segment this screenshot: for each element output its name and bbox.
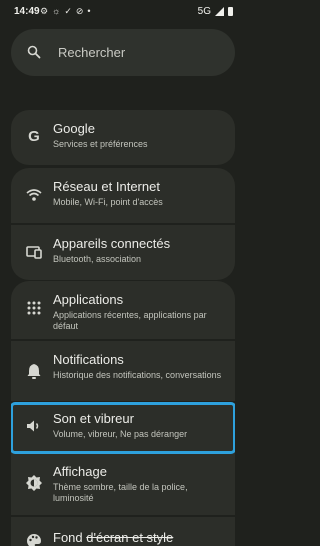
signal-icon	[215, 7, 224, 16]
settings-item-subtitle: Mobile, Wi-Fi, point d'accès	[53, 197, 163, 207]
settings-item-display[interactable]: Affichage Thème sombre, taille de la pol…	[11, 453, 235, 517]
settings-item-title: Son et vibreur	[53, 411, 134, 426]
settings-group-google: G Google Services et préférences	[11, 110, 235, 165]
palette-icon	[27, 534, 41, 546]
wifi-icon	[26, 189, 42, 201]
settings-item-wallpaper[interactable]: Fond d'écran et style	[11, 517, 235, 546]
settings-item-subtitle: Applications récentes, applications par …	[53, 310, 207, 331]
wallpaper-title-prefix: Fond	[53, 530, 87, 545]
brightness-icon	[26, 475, 42, 491]
search-icon	[27, 45, 41, 59]
search-bar[interactable]: Rechercher	[11, 29, 235, 76]
status-right: 5G	[198, 6, 233, 17]
settings-item-title: Google	[53, 121, 95, 136]
google-icon: G	[28, 128, 40, 145]
settings-item-title: Appareils connectés	[53, 236, 171, 251]
devices-icon	[26, 246, 42, 259]
network-type: 5G	[197, 6, 211, 17]
settings-item-subtitle: Historique des notifications, conversati…	[53, 370, 222, 380]
check-icon: ✓	[64, 6, 76, 16]
settings-item-subtitle: Thème sombre, taille de la police, lumin…	[53, 482, 188, 503]
settings-item-google[interactable]: G Google Services et préférences	[11, 110, 235, 165]
brightness-icon: ☼	[52, 6, 65, 16]
gear-icon: ⚙	[40, 6, 53, 16]
settings-item-connected-devices[interactable]: Appareils connectés Bluetooth, associati…	[11, 225, 235, 280]
shield-off-icon: ⊘	[75, 6, 88, 16]
battery-icon	[228, 7, 233, 16]
settings-item-sound[interactable]: Son et vibreur Volume, vibreur, Ne pas d…	[11, 402, 235, 454]
settings-item-title: Applications	[53, 292, 124, 307]
settings-item-notifications[interactable]: Notifications Historique des notificatio…	[11, 341, 235, 403]
status-time: 14:49	[14, 6, 40, 17]
apps-grid-icon	[27, 301, 41, 315]
settings-item-subtitle: Services et préférences	[53, 139, 148, 149]
bell-icon	[27, 364, 41, 379]
settings-item-subtitle: Bluetooth, association	[53, 254, 142, 264]
settings-item-network[interactable]: Réseau et Internet Mobile, Wi-Fi, point …	[11, 168, 235, 225]
wallpaper-title-struck: d'écran et style	[86, 530, 174, 545]
settings-group-connectivity: Réseau et Internet Mobile, Wi-Fi, point …	[11, 168, 235, 280]
dot-icon: •	[87, 6, 95, 16]
settings-group-device: Applications Applications récentes, appl…	[11, 281, 235, 546]
settings-item-title: Notifications	[53, 352, 124, 367]
status-notification-icons: ⚙☼✓⊘•	[40, 6, 95, 17]
settings-item-applications[interactable]: Applications Applications récentes, appl…	[11, 281, 235, 341]
settings-item-subtitle: Volume, vibreur, Ne pas déranger	[53, 429, 188, 439]
status-bar: 14:49 ⚙☼✓⊘• 5G	[0, 0, 245, 24]
settings-item-title: Réseau et Internet	[53, 179, 160, 194]
settings-item-title: Affichage	[53, 464, 107, 479]
settings-item-title: Fond d'écran et style	[53, 530, 173, 545]
speaker-icon	[27, 420, 39, 432]
search-placeholder: Rechercher	[58, 45, 126, 60]
settings-screen: 14:49 ⚙☼✓⊘• 5G Rechercher G Google Servi…	[0, 0, 245, 546]
